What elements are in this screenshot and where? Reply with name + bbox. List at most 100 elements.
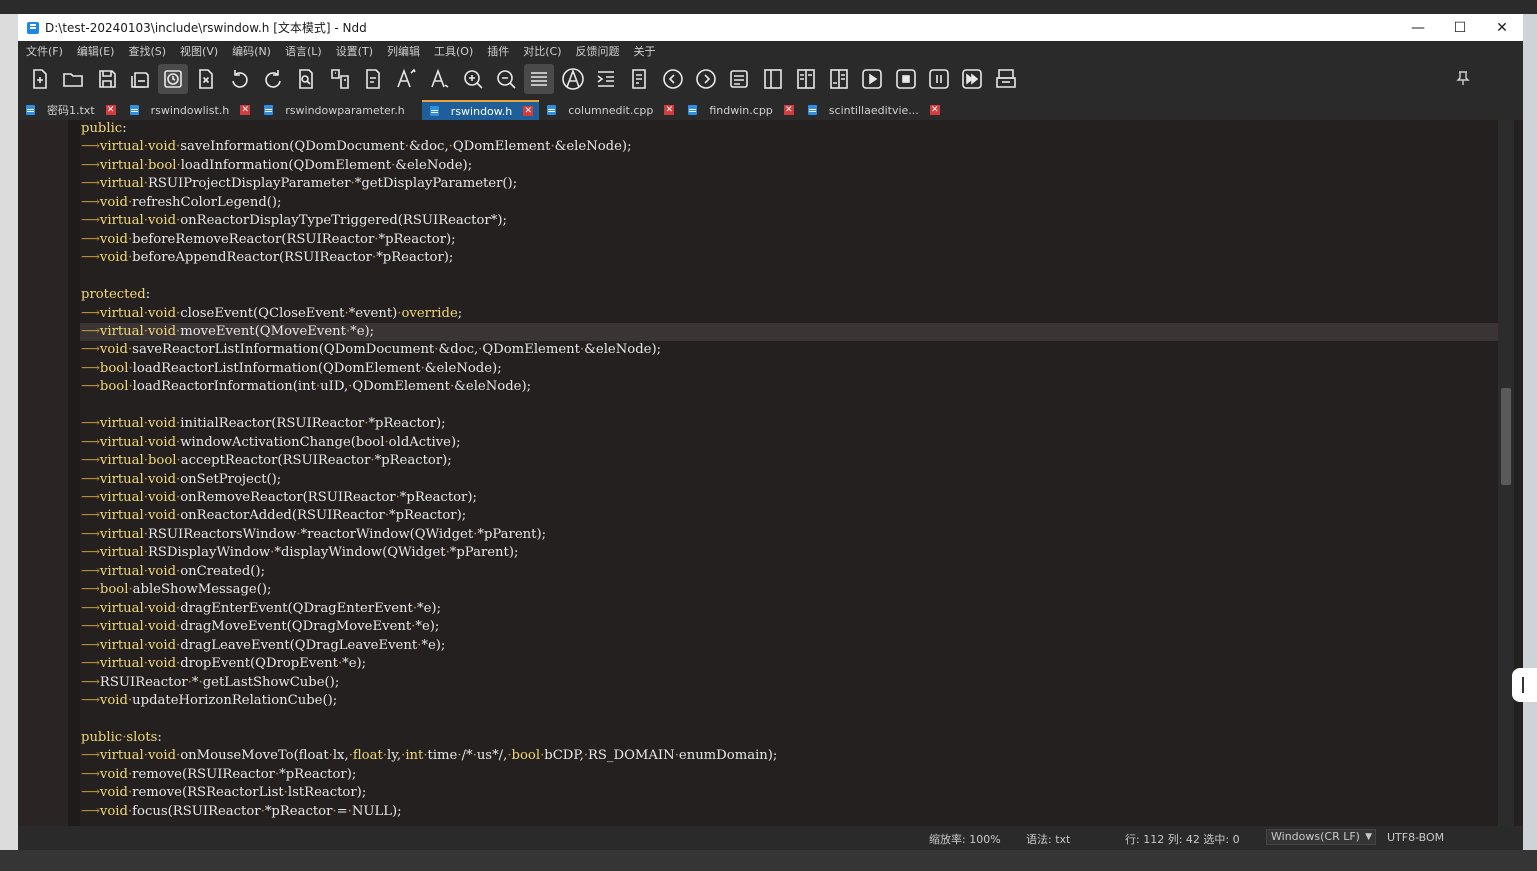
code-line[interactable]: 108⟶void·beforeAppendReactor(RSUIReactor… — [80, 249, 1498, 267]
code-line[interactable]: 123⟶virtual·RSUIReactorsWindow·*reactorW… — [80, 526, 1498, 544]
code-line[interactable]: 130⟶virtual·void·dropEvent(QDropEvent·*e… — [80, 655, 1498, 673]
code-line[interactable]: 129⟶virtual·void·dragLeaveEvent(QDragLea… — [80, 637, 1498, 655]
menu-about[interactable]: 关于 — [626, 43, 662, 59]
eol-select[interactable]: Windows(CR LF) ▼ — [1266, 829, 1376, 845]
code-area[interactable]: 101public:102⟶virtual·void·saveInformati… — [80, 120, 1498, 832]
tab-item[interactable]: rswindowparameter.h — [256, 100, 422, 120]
tab-item[interactable]: scintillaeditvie... ✕ — [800, 100, 946, 120]
pause-icon[interactable] — [924, 64, 954, 94]
font-increase-icon[interactable] — [391, 64, 421, 94]
fast-forward-icon[interactable] — [957, 64, 987, 94]
word-wrap-icon[interactable] — [524, 64, 555, 94]
code-line[interactable]: 126⟶bool·ableShowMessage(); — [80, 581, 1498, 599]
save-macro-icon[interactable] — [991, 64, 1021, 94]
menu-view[interactable]: 视图(V) — [172, 43, 224, 59]
code-line[interactable]: 107⟶void·beforeRemoveReactor(RSUIReactor… — [80, 231, 1498, 249]
find-in-files-icon[interactable] — [325, 64, 355, 94]
side-drawer-handle[interactable] — [1512, 668, 1537, 702]
find-icon[interactable] — [291, 64, 321, 94]
code-line[interactable]: 104⟶virtual·RSUIProjectDisplayParameter·… — [80, 175, 1498, 193]
doc-map-icon[interactable] — [624, 64, 654, 94]
code-line[interactable]: 118⟶virtual·void·windowActivationChange(… — [80, 434, 1498, 452]
prev-icon[interactable] — [658, 64, 688, 94]
code-line[interactable]: 137⟶void·remove(RSReactorList·lstReactor… — [80, 784, 1498, 802]
code-line[interactable]: 112⟶virtual·void·moveEvent(QMoveEvent·*e… — [80, 322, 1498, 342]
menu-feedback[interactable]: 反馈问题 — [568, 43, 626, 59]
pin-icon[interactable] — [1455, 70, 1471, 86]
single-view-icon[interactable] — [758, 64, 788, 94]
menu-plugins[interactable]: 插件 — [479, 43, 515, 59]
font-decrease-icon[interactable] — [425, 64, 455, 94]
vertical-scrollbar[interactable] — [1498, 120, 1514, 832]
undo-icon[interactable] — [225, 64, 255, 94]
scrollbar-thumb[interactable] — [1501, 388, 1511, 485]
next-icon[interactable] — [691, 64, 721, 94]
code-line[interactable]: 101public: — [80, 120, 1498, 138]
compare-left-icon[interactable] — [791, 64, 821, 94]
zoom-in-icon[interactable] — [458, 64, 488, 94]
stop-record-icon[interactable] — [891, 64, 921, 94]
code-line[interactable]: 131⟶RSUIReactor·*·getLastShowCube(); — [80, 674, 1498, 692]
tab-item-active[interactable]: rswindow.h ✕ — [421, 100, 540, 120]
minimize-button[interactable]: — — [1397, 14, 1439, 41]
code-line[interactable]: 109 — [80, 268, 1498, 286]
code-line[interactable]: 138⟶void·focus(RSUIReactor·*pReactor·=·N… — [80, 803, 1498, 821]
function-list-icon[interactable] — [724, 64, 754, 94]
file-monitor-icon[interactable] — [158, 64, 189, 94]
open-folder-icon[interactable] — [58, 64, 88, 94]
zoom-out-icon[interactable] — [491, 64, 521, 94]
code-line[interactable]: 114⟶bool·loadReactorListInformation(QDom… — [80, 360, 1498, 378]
code-line[interactable]: 111⟶virtual·void·closeEvent(QCloseEvent·… — [80, 305, 1498, 323]
code-editor[interactable]: 101public:102⟶virtual·void·saveInformati… — [18, 120, 1523, 832]
code-line[interactable]: 103⟶virtual·bool·loadInformation(QDomEle… — [80, 157, 1498, 175]
tab-item[interactable]: columnedit.cpp ✕ — [539, 100, 680, 120]
tab-close-icon[interactable]: ✕ — [105, 105, 116, 115]
code-line[interactable]: 127⟶virtual·void·dragEnterEvent(QDragEnt… — [80, 600, 1498, 618]
menu-language[interactable]: 语言(L) — [277, 43, 328, 59]
code-line[interactable]: 105⟶void·refreshColorLegend(); — [80, 194, 1498, 212]
tab-close-icon[interactable]: ✕ — [783, 105, 794, 115]
code-line[interactable]: 136⟶void·remove(RSUIReactor·*pReactor); — [80, 766, 1498, 784]
menu-edit[interactable]: 编辑(E) — [69, 43, 121, 59]
save-all-icon[interactable] — [125, 64, 155, 94]
tab-close-icon[interactable]: ✕ — [240, 105, 251, 115]
code-line[interactable]: 122⟶virtual·void·onReactorAdded(RSUIReac… — [80, 507, 1498, 525]
code-line[interactable]: 116 — [80, 397, 1498, 415]
menu-tools[interactable]: 工具(O) — [426, 43, 479, 59]
code-line[interactable]: 110protected: — [80, 286, 1498, 304]
code-line[interactable]: 102⟶virtual·void·saveInformation(QDomDoc… — [80, 138, 1498, 156]
tab-item[interactable]: 密码1.txt ✕ — [18, 100, 122, 120]
code-line[interactable]: 124⟶virtual·RSDisplayWindow·*displayWind… — [80, 544, 1498, 562]
new-file-icon[interactable] — [25, 64, 55, 94]
menu-find[interactable]: 查找(S) — [120, 43, 172, 59]
code-line[interactable]: 113⟶void·saveReactorListInformation(QDom… — [80, 341, 1498, 359]
tab-close-icon[interactable]: ✕ — [929, 105, 940, 115]
indent-guide-icon[interactable] — [591, 64, 621, 94]
code-line[interactable]: 128⟶virtual·void·dragMoveEvent(QDragMove… — [80, 618, 1498, 636]
menu-settings[interactable]: 设置(T) — [328, 43, 379, 59]
menu-column-edit[interactable]: 列编辑 — [379, 43, 426, 59]
code-line[interactable]: 132⟶void·updateHorizonRelationCube(); — [80, 692, 1498, 710]
replace-icon[interactable] — [358, 64, 388, 94]
menu-compare[interactable]: 对比(C) — [515, 43, 567, 59]
tab-item[interactable]: findwin.cpp ✕ — [680, 100, 799, 120]
menu-encoding[interactable]: 编码(N) — [224, 43, 277, 59]
menu-file[interactable]: 文件(F) — [18, 43, 69, 59]
code-line[interactable]: 117⟶virtual·void·initialReactor(RSUIReac… — [80, 415, 1498, 433]
code-line[interactable]: 125⟶virtual·void·onCreated(); — [80, 563, 1498, 581]
tab-close-icon[interactable]: ✕ — [523, 106, 534, 116]
code-line[interactable]: 106⟶virtual·void·onReactorDisplayTypeTri… — [80, 212, 1498, 230]
code-line[interactable]: 121⟶virtual·void·onRemoveReactor(RSUIRea… — [80, 489, 1498, 507]
code-line[interactable]: 120⟶virtual·void·onSetProject(); — [80, 471, 1498, 489]
close-file-icon[interactable] — [191, 64, 221, 94]
tab-close-icon[interactable]: ✕ — [664, 105, 675, 115]
code-line[interactable]: 135⟶virtual·void·onMouseMoveTo(float·lx,… — [80, 747, 1498, 765]
redo-icon[interactable] — [258, 64, 288, 94]
show-all-chars-icon[interactable] — [558, 64, 588, 94]
code-line[interactable]: 119⟶virtual·bool·acceptReactor(RSUIReact… — [80, 452, 1498, 470]
code-line[interactable]: 133 — [80, 710, 1498, 728]
title-bar[interactable]: D:\test-20240103\include\rswindow.h [文本模… — [18, 14, 1523, 41]
save-icon[interactable] — [92, 64, 122, 94]
compare-right-icon[interactable] — [824, 64, 854, 94]
close-button[interactable]: ✕ — [1481, 14, 1523, 41]
